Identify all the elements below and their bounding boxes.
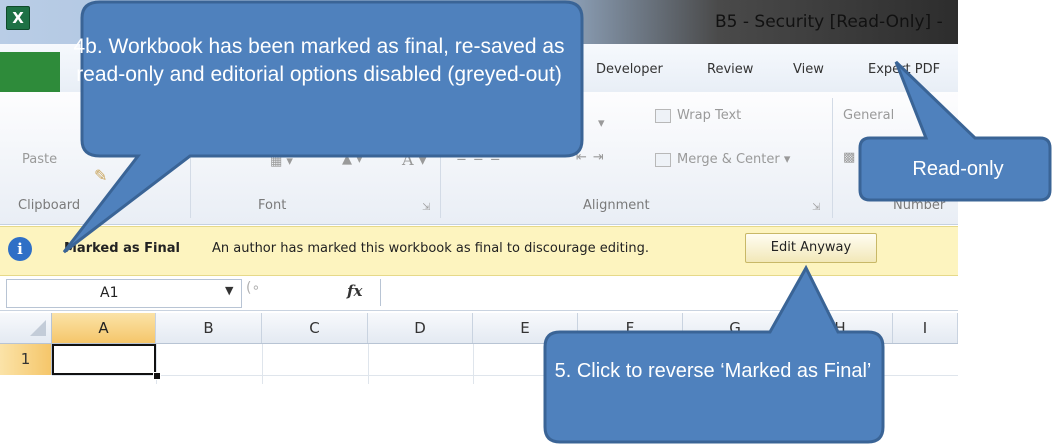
click-reverse-callout-shape [543,264,885,444]
workbook-final-callout-text: 4b. Workbook has been marked as final, r… [73,35,565,86]
click-reverse-callout-text: 5. Click to reverse ‘Marked as Final’ [554,360,872,382]
read-only-callout-text: Read-only [912,158,1004,180]
